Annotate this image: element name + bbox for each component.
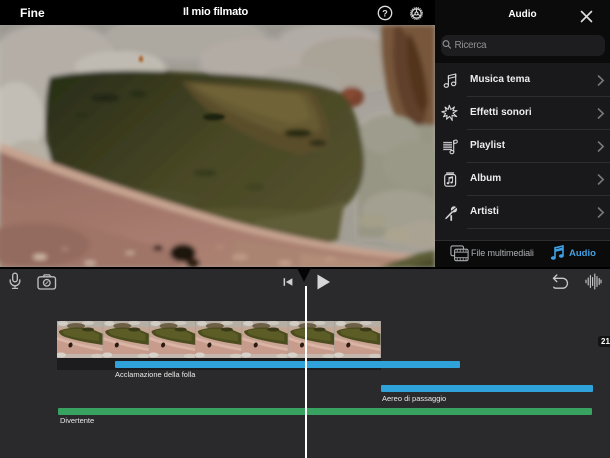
svg-text:?: ?: [382, 8, 388, 18]
